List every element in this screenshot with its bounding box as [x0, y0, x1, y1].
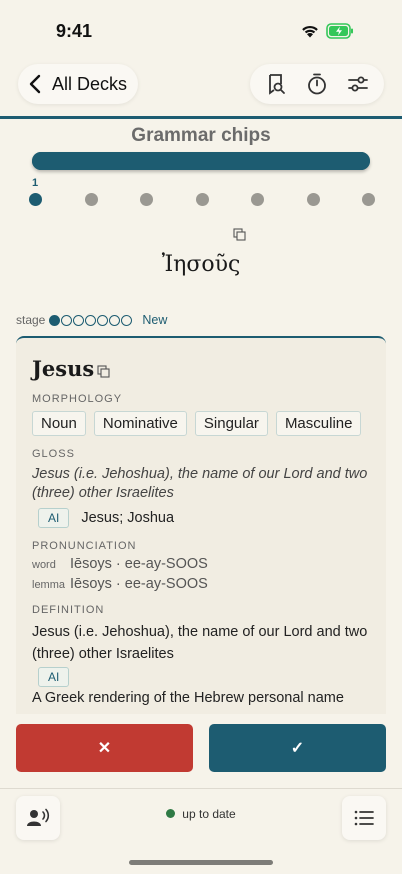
- stage-dot: [49, 314, 61, 326]
- step-dot[interactable]: [196, 193, 209, 206]
- ai-badge: AI: [38, 667, 70, 687]
- status-bar: 9:41: [0, 0, 402, 60]
- stage-dot: [85, 314, 97, 326]
- ai-badge: AI: [38, 508, 70, 528]
- sync-status-text: up to date: [182, 807, 236, 821]
- definition-label: DEFINITION: [32, 604, 105, 616]
- deck-progress-bar: [32, 152, 370, 170]
- pron-lemma-key: lemma: [32, 579, 66, 591]
- definition-text: Jesus (i.e. Jehoshua), the name of our L…: [32, 624, 368, 662]
- header-divider: [0, 116, 402, 119]
- pron-word-key: word: [32, 559, 56, 571]
- pron-lemma-value: Iēsoys · ee-ay-SOOS: [70, 576, 208, 592]
- copy-icon[interactable]: [97, 365, 110, 378]
- step-dot[interactable]: [85, 193, 98, 206]
- morphology-label: MORPHOLOGY: [32, 393, 123, 405]
- deck-title: Grammar chips: [131, 125, 271, 146]
- morph-chip-case[interactable]: Nominative: [93, 411, 187, 436]
- greek-headword: Ἰησοῦς: [161, 252, 241, 277]
- morphology-chips: Noun Nominative Singular Masculine: [32, 411, 370, 436]
- copy-icon[interactable]: [233, 228, 246, 241]
- deck-progress-fill: [32, 152, 370, 170]
- stage-dot: [121, 314, 133, 326]
- stage-status: New: [142, 313, 168, 327]
- morph-chip-gender[interactable]: Masculine: [275, 411, 362, 436]
- sync-status-dot: [166, 809, 176, 818]
- stage-dot: [61, 314, 73, 326]
- back-button[interactable]: All Decks: [18, 64, 138, 104]
- bookmark-search-icon[interactable]: [264, 72, 288, 96]
- footer-divider: [0, 788, 402, 789]
- gloss-text: Jesus (i.e. Jehoshua), the name of our L…: [32, 466, 368, 501]
- stage-dot: [97, 314, 109, 326]
- step-dot[interactable]: [29, 193, 42, 206]
- word-card: Jesus MORPHOLOGY Noun Nominative Singula…: [16, 336, 386, 714]
- definition-ai-text: A Greek rendering of the Hebrew personal…: [32, 690, 344, 706]
- step-dot[interactable]: [307, 193, 320, 206]
- list-icon: [354, 810, 374, 826]
- list-button[interactable]: [342, 796, 386, 840]
- card-word: Jesus: [32, 356, 95, 381]
- morph-chip-number[interactable]: Singular: [194, 411, 268, 436]
- step-indicator: [29, 193, 375, 207]
- back-label: All Decks: [52, 73, 128, 94]
- morph-chip-noun[interactable]: Noun: [32, 411, 86, 436]
- stage-label: stage: [16, 313, 46, 327]
- chevron-left-icon: [29, 74, 41, 94]
- current-step-number: 1: [32, 177, 39, 189]
- wifi-icon: [302, 25, 318, 38]
- pronunciation-label: PRONUNCIATION: [32, 540, 137, 552]
- gloss-label: GLOSS: [32, 448, 75, 460]
- ai-gloss: Jesus; Joshua: [81, 510, 175, 526]
- pron-word-value: Iēsoys · ee-ay-SOOS: [70, 556, 208, 572]
- step-dot[interactable]: [251, 193, 264, 206]
- toolbar: [250, 64, 384, 104]
- stage-indicator: stage New: [16, 312, 167, 328]
- status-time: 9:41: [56, 21, 93, 41]
- step-dot[interactable]: [140, 193, 153, 206]
- sliders-icon[interactable]: [346, 72, 370, 96]
- wrong-button[interactable]: ✕: [16, 724, 193, 772]
- stage-dot: [109, 314, 121, 326]
- battery-icon: [326, 23, 353, 39]
- stage-dot: [73, 314, 85, 326]
- stage-dots: [49, 314, 133, 326]
- home-indicator: [129, 860, 273, 865]
- right-button[interactable]: ✓: [209, 724, 386, 772]
- step-dot[interactable]: [362, 193, 375, 206]
- timer-icon[interactable]: [305, 72, 329, 96]
